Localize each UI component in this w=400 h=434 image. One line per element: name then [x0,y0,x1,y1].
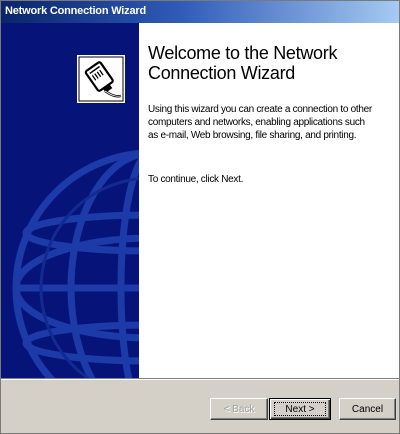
page-title: Welcome to the Network Connection Wizard [148,43,338,83]
wizard-window: Network Connection Wizard Welcome to the… [0,0,400,434]
back-button-label: < Back [223,404,255,415]
footer-divider [1,378,399,380]
button-bar: < Back Next > Cancel [1,378,399,433]
next-button-label: Next > [285,404,315,415]
title-bar[interactable]: Network Connection Wizard [1,1,399,23]
cancel-button-label: Cancel [351,404,384,415]
next-button[interactable]: Next > [269,398,331,420]
wizard-banner [1,23,139,378]
cancel-button[interactable]: Cancel [339,398,396,420]
continue-instruction: To continue, click Next. [148,174,244,185]
back-button[interactable]: < Back [210,398,268,420]
window-title: Network Connection Wizard [5,5,146,17]
intro-text: Using this wizard you can create a conne… [148,104,372,141]
wizard-content: Welcome to the Network Connection Wizard… [139,23,399,378]
network-cable-plug-icon [77,55,125,103]
